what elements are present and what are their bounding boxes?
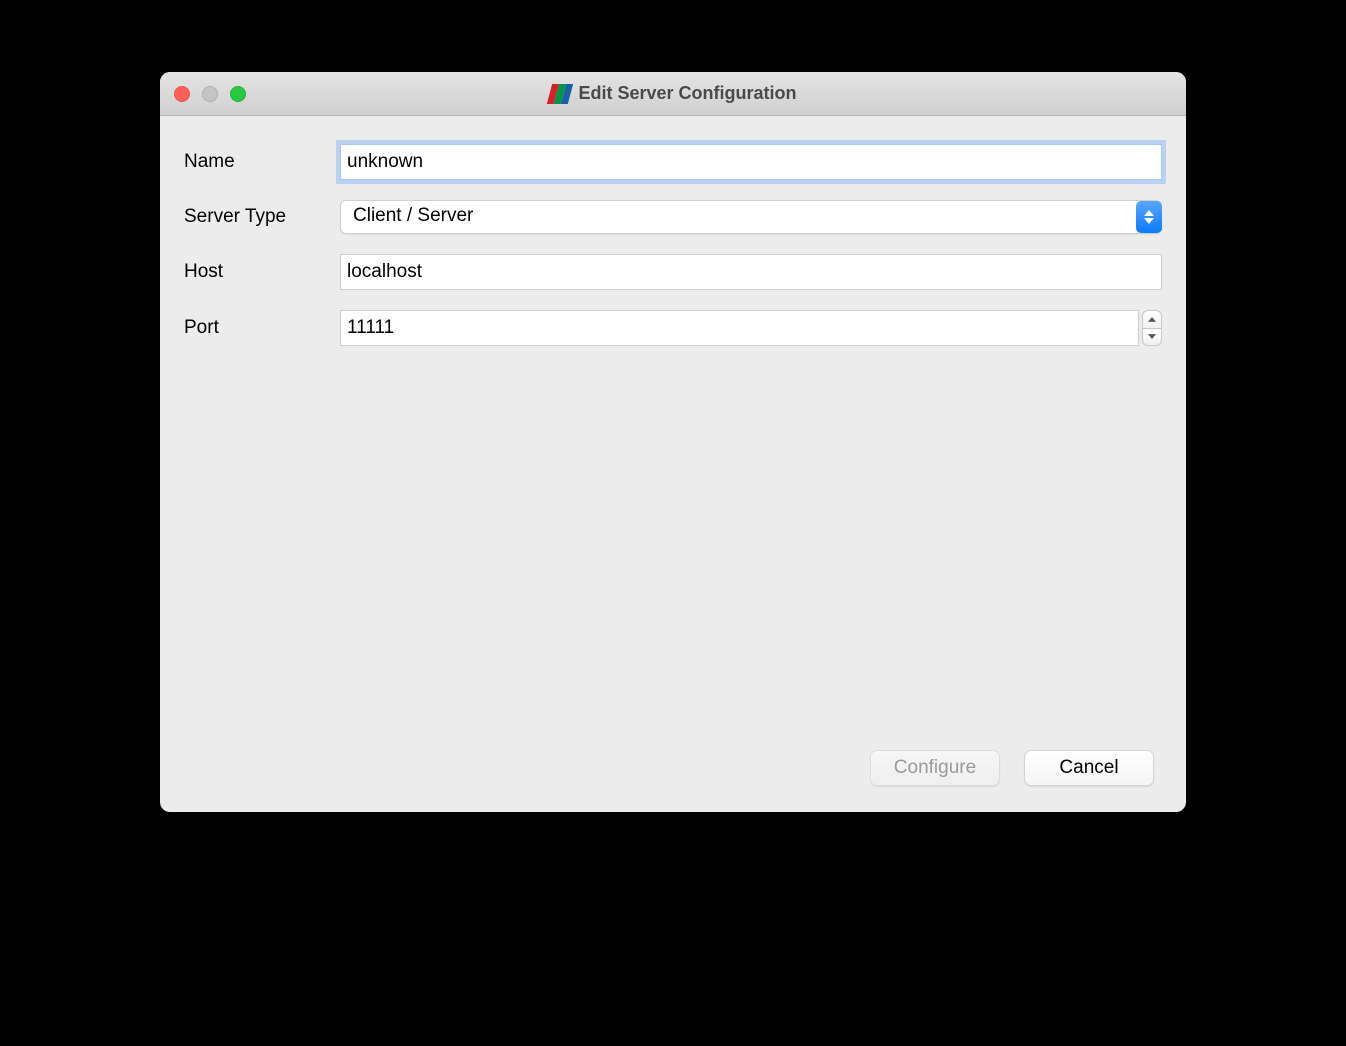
server-type-select[interactable]: Client / Server [340,200,1162,234]
minimize-window-button[interactable] [202,86,218,102]
port-input[interactable] [340,310,1139,346]
port-row: Port [184,310,1162,346]
host-row: Host [184,254,1162,290]
name-input[interactable] [340,144,1162,180]
server-type-row: Server Type Client / Server [184,200,1162,234]
dialog-window: Edit Server Configuration Name Server Ty… [160,72,1186,812]
name-label: Name [184,151,340,173]
dialog-content: Name Server Type Client / Server Host Po… [160,116,1186,812]
port-step-up-button[interactable] [1142,310,1162,328]
server-type-select-wrap: Client / Server [340,200,1162,234]
port-stepper [1142,310,1162,346]
port-step-down-button[interactable] [1142,328,1162,347]
window-controls [174,86,246,102]
titlebar: Edit Server Configuration [160,72,1186,116]
title-group: Edit Server Configuration [549,83,796,104]
server-type-label: Server Type [184,206,340,228]
close-window-button[interactable] [174,86,190,102]
spacer [184,366,1162,744]
paraview-icon [549,84,570,104]
cancel-button[interactable]: Cancel [1024,750,1154,786]
port-label: Port [184,317,340,339]
chevron-up-icon [1148,317,1156,322]
host-input[interactable] [340,254,1162,290]
maximize-window-button[interactable] [230,86,246,102]
chevron-down-icon [1148,334,1156,339]
button-row: Configure Cancel [184,744,1162,792]
port-spinner [340,310,1162,346]
host-label: Host [184,261,340,283]
configure-button[interactable]: Configure [870,750,1000,786]
window-title: Edit Server Configuration [578,83,796,104]
name-row: Name [184,144,1162,180]
